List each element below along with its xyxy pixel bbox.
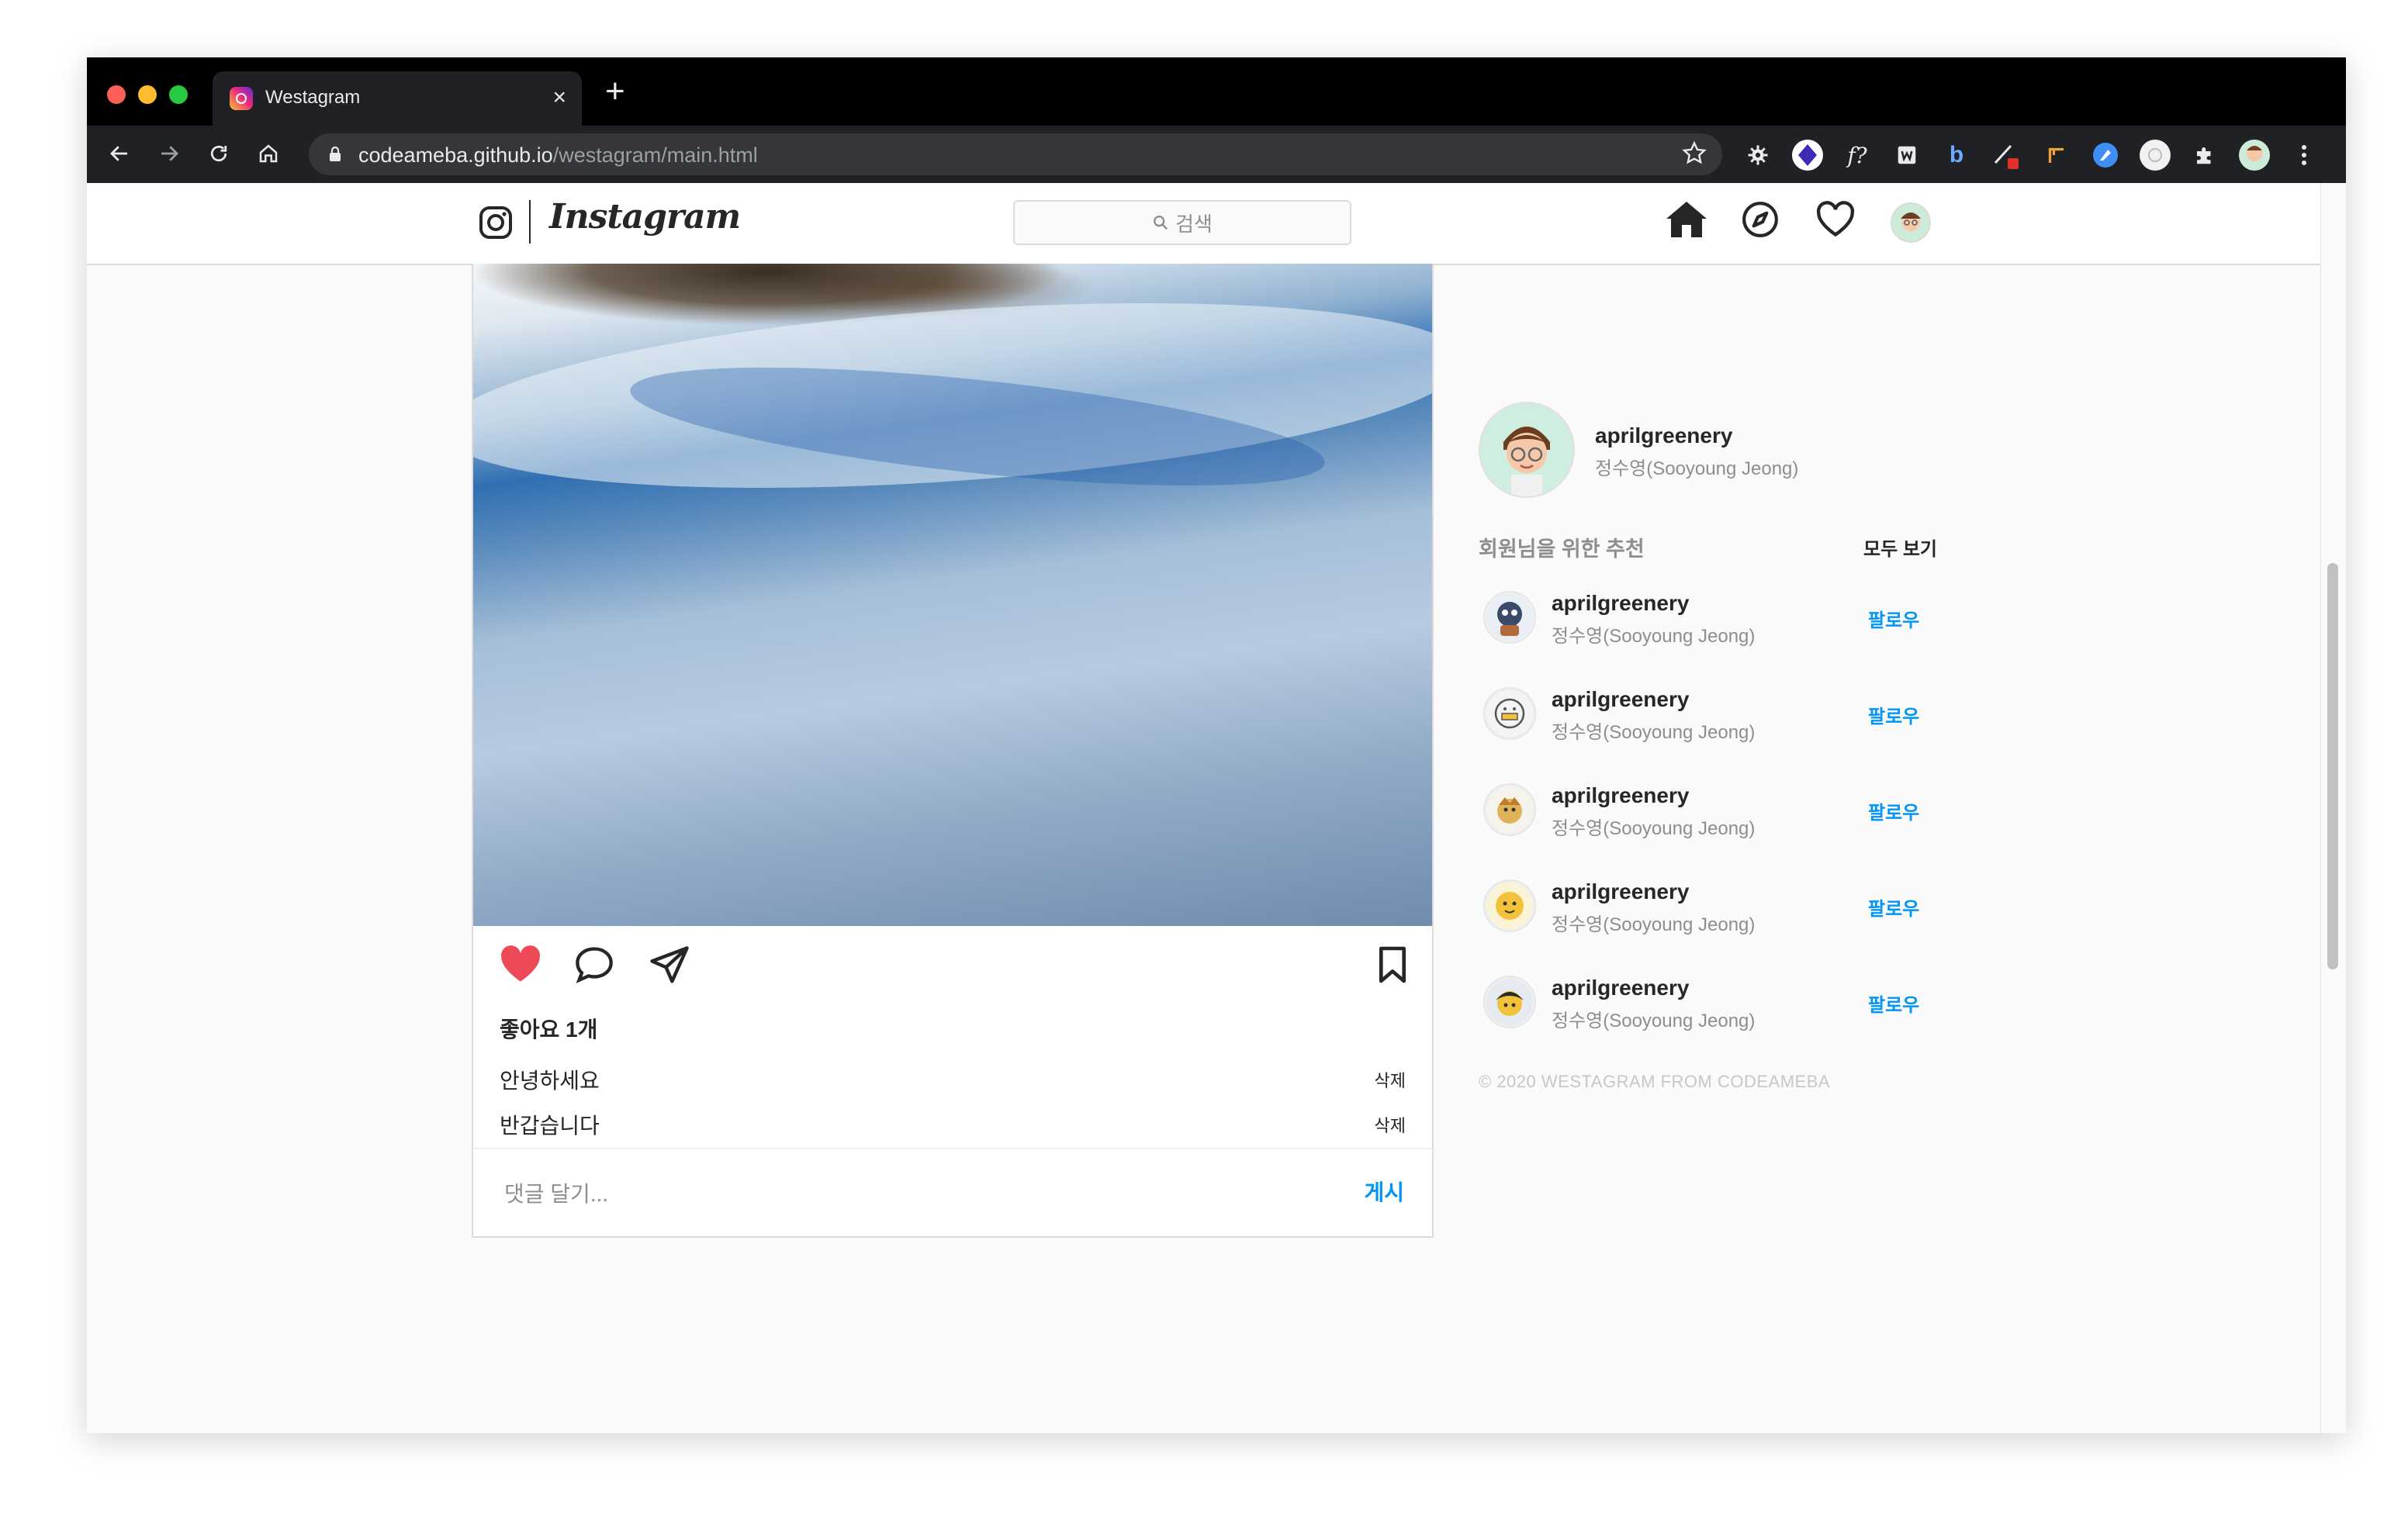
instagram-icon[interactable] — [478, 205, 514, 240]
new-tab-button[interactable]: + — [605, 74, 625, 109]
extensions-puzzle-icon[interactable] — [2188, 138, 2222, 172]
recommend-fullname: 정수영(Sooyoung Jeong) — [1552, 914, 1756, 935]
my-username[interactable]: aprilgreenery — [1595, 423, 1732, 448]
maximize-window-button[interactable] — [169, 85, 188, 104]
like-heart-icon[interactable] — [500, 945, 541, 983]
my-avatar[interactable] — [1479, 402, 1575, 498]
recommend-avatar[interactable] — [1483, 687, 1536, 740]
recommend-username[interactable]: aprilgreenery — [1552, 976, 1689, 1000]
browser-tab[interactable]: Westagram × — [213, 71, 582, 126]
page-viewport: Instagram 검색 좋아요 1개 안녕하세요 삭제 반갑습니다 삭제 댓글… — [87, 183, 2321, 1433]
back-arrow-icon — [110, 146, 127, 161]
recommendations-title: 회원님을 위한 추천 — [1479, 537, 1645, 561]
recommend-username[interactable]: aprilgreenery — [1552, 783, 1689, 808]
delete-comment-button[interactable]: 삭제 — [1375, 1067, 1406, 1092]
comment-text: 반갑습니다 — [500, 1114, 600, 1138]
url-text: codeameba.github.io/westagram/main.html — [358, 143, 758, 167]
comment-input[interactable]: 댓글 달기... — [504, 1177, 608, 1208]
browser-window: Westagram × + codeameba.github.io/westag… — [87, 57, 2346, 1433]
home-icon[interactable] — [1665, 200, 1708, 239]
share-icon[interactable] — [649, 945, 690, 986]
comment-text: 안녕하세요 — [500, 1069, 600, 1093]
recommend-avatar[interactable] — [1483, 783, 1536, 836]
heart-icon[interactable] — [1815, 200, 1856, 239]
search-input[interactable]: 검색 — [1013, 200, 1351, 245]
post-comment-button[interactable]: 게시 — [1364, 1176, 1404, 1207]
minimize-window-button[interactable] — [138, 85, 157, 104]
recommend-avatar[interactable] — [1483, 976, 1536, 1028]
reload-icon — [210, 145, 227, 162]
home-button[interactable] — [250, 135, 287, 172]
extension-w-icon[interactable] — [1890, 138, 1924, 172]
recommendation-item: aprilgreenery 정수영(Sooyoung Jeong) 팔로우 — [1483, 873, 2026, 935]
profile-avatar[interactable] — [1890, 202, 1932, 244]
instagram-favicon-icon — [230, 87, 253, 110]
follow-button[interactable]: 팔로우 — [1868, 701, 1919, 728]
tab-title: Westagram — [265, 87, 361, 108]
extension-diamond-icon[interactable] — [1790, 138, 1825, 172]
recommendation-item: aprilgreenery 정수영(Sooyoung Jeong) 팔로우 — [1483, 969, 2026, 1031]
recommendation-item: aprilgreenery 정수영(Sooyoung Jeong) 팔로우 — [1483, 585, 2026, 647]
browser-toolbar: codeameba.github.io/westagram/main.html … — [87, 126, 2346, 183]
forward-arrow-icon — [161, 146, 178, 161]
see-all-link[interactable]: 모두 보기 — [1863, 534, 1937, 561]
extension-pen-icon[interactable] — [1989, 138, 2023, 172]
browser-home-icon — [259, 144, 278, 163]
close-window-button[interactable] — [107, 85, 126, 104]
lock-icon — [330, 146, 341, 161]
extension-b-icon[interactable]: b — [1939, 138, 1974, 172]
follow-button[interactable]: 팔로우 — [1868, 893, 1919, 921]
like-count: 좋아요 1개 — [500, 1017, 598, 1042]
recommend-fullname: 정수영(Sooyoung Jeong) — [1552, 626, 1756, 647]
feed-post: 좋아요 1개 안녕하세요 삭제 반갑습니다 삭제 댓글 달기... 게시 — [472, 264, 1434, 1238]
recommend-username[interactable]: aprilgreenery — [1552, 687, 1689, 712]
recommendation-item: aprilgreenery 정수영(Sooyoung Jeong) 팔로우 — [1483, 777, 2026, 839]
bookmark-icon[interactable] — [1376, 945, 1409, 985]
browser-menu-icon[interactable] — [2287, 138, 2321, 172]
comment-item: 반갑습니다 삭제 — [500, 1109, 1406, 1140]
site-header: Instagram 검색 — [87, 183, 2321, 265]
bookmark-star-icon[interactable] — [1680, 140, 1708, 168]
search-icon — [1154, 216, 1168, 230]
recommend-fullname: 정수영(Sooyoung Jeong) — [1552, 1011, 1756, 1031]
profile-avatar-icon[interactable] — [2237, 138, 2271, 172]
settings-gear-icon[interactable] — [1741, 138, 1775, 172]
post-photo[interactable] — [473, 264, 1432, 926]
comment-item: 안녕하세요 삭제 — [500, 1064, 1406, 1095]
follow-button[interactable]: 팔로우 — [1868, 605, 1919, 632]
recommend-username[interactable]: aprilgreenery — [1552, 879, 1689, 904]
search-placeholder: 검색 — [1175, 212, 1213, 236]
scrollbar[interactable] — [2320, 183, 2346, 1433]
follow-button[interactable]: 팔로우 — [1868, 990, 1919, 1017]
delete-comment-button[interactable]: 삭제 — [1375, 1112, 1406, 1137]
recommend-avatar[interactable] — [1483, 879, 1536, 932]
comment-form: 댓글 달기... 게시 — [473, 1148, 1432, 1236]
close-tab-icon[interactable]: × — [552, 82, 566, 113]
forward-button[interactable] — [150, 135, 188, 172]
compass-icon[interactable] — [1741, 200, 1780, 239]
logo-divider — [529, 200, 531, 244]
follow-button[interactable]: 팔로우 — [1868, 797, 1919, 824]
back-button[interactable] — [101, 135, 138, 172]
tab-strip: Westagram × + — [87, 57, 2346, 126]
extension-corner-icon[interactable] — [2039, 138, 2073, 172]
comment-icon[interactable] — [574, 945, 614, 983]
copyright-text: © 2020 WESTAGRAM FROM CODEAMEBA — [1479, 1072, 1831, 1091]
scrollbar-thumb[interactable] — [2327, 563, 2338, 969]
extension-white-circle-icon[interactable] — [2138, 138, 2172, 172]
recommend-fullname: 정수영(Sooyoung Jeong) — [1552, 722, 1756, 743]
my-fullname: 정수영(Sooyoung Jeong) — [1595, 458, 1799, 479]
instagram-wordmark[interactable]: Instagram — [549, 197, 741, 237]
reload-button[interactable] — [200, 135, 237, 172]
extension-blue-icon[interactable] — [2088, 138, 2123, 172]
recommend-fullname: 정수영(Sooyoung Jeong) — [1552, 818, 1756, 839]
recommend-username[interactable]: aprilgreenery — [1552, 591, 1689, 616]
recommendation-item: aprilgreenery 정수영(Sooyoung Jeong) 팔로우 — [1483, 681, 2026, 743]
font-extension-icon[interactable]: f? — [1840, 138, 1874, 172]
address-bar[interactable]: codeameba.github.io/westagram/main.html — [309, 133, 1722, 175]
recommend-avatar[interactable] — [1483, 591, 1536, 644]
